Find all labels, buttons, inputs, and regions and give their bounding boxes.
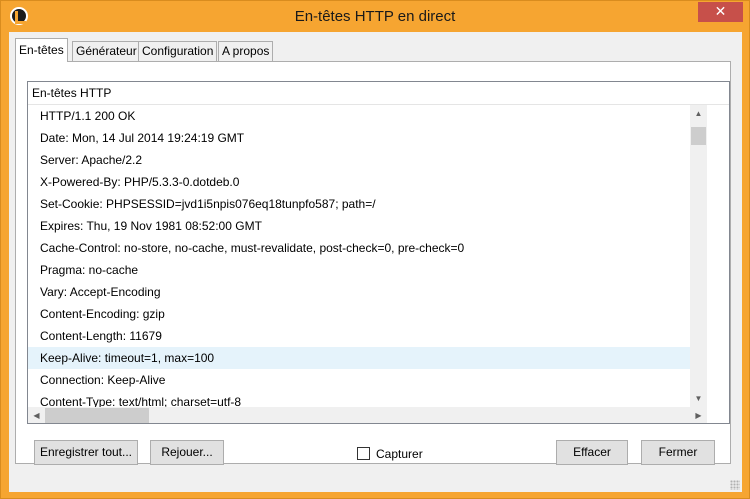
vertical-scroll-thumb[interactable]	[691, 127, 706, 145]
save-all-button[interactable]: Enregistrer tout...	[34, 440, 138, 465]
list-item[interactable]: Date: Mon, 14 Jul 2014 19:24:19 GMT	[28, 127, 690, 149]
app-window: En-têtes HTTP en direct ✕ En-têtes Génér…	[0, 0, 750, 499]
list-item[interactable]: HTTP/1.1 200 OK	[28, 105, 690, 127]
capture-label: Capturer	[376, 447, 423, 461]
list-item[interactable]: Keep-Alive: timeout=1, max=100	[28, 347, 690, 369]
horizontal-scrollbar[interactable]: ◀ ▶	[28, 407, 707, 423]
list-item[interactable]: Content-Encoding: gzip	[28, 303, 690, 325]
list-item[interactable]: Pragma: no-cache	[28, 259, 690, 281]
clear-button[interactable]: Effacer	[556, 440, 628, 465]
horizontal-scroll-thumb[interactable]	[45, 408, 149, 423]
capture-checkbox[interactable]	[357, 447, 370, 460]
resize-grip[interactable]	[730, 480, 740, 490]
list-item[interactable]: Connection: Keep-Alive	[28, 369, 690, 391]
vertical-scrollbar[interactable]: ▲ ▼	[690, 105, 707, 407]
list-item[interactable]: Expires: Thu, 19 Nov 1981 08:52:00 GMT	[28, 215, 690, 237]
list-item[interactable]: Vary: Accept-Encoding	[28, 281, 690, 303]
tab-configuration[interactable]: Configuration	[138, 41, 218, 62]
tab-generateur[interactable]: Générateur	[72, 41, 141, 62]
close-icon[interactable]: ✕	[698, 2, 743, 22]
list-item[interactable]: Set-Cookie: PHPSESSID=jvd1i5npis076eq18t…	[28, 193, 690, 215]
tab-en-tetes[interactable]: En-têtes	[15, 38, 68, 62]
list-item[interactable]: Cache-Control: no-store, no-cache, must-…	[28, 237, 690, 259]
chevron-left-icon[interactable]: ◀	[28, 407, 45, 423]
client-area: En-têtes Générateur Configuration A prop…	[9, 32, 742, 492]
list-item[interactable]: X-Powered-By: PHP/5.3.3-0.dotdeb.0	[28, 171, 690, 193]
list-column-header[interactable]: En-têtes HTTP	[28, 82, 729, 105]
chevron-right-icon[interactable]: ▶	[690, 407, 707, 423]
headers-list[interactable]: En-têtes HTTP HTTP/1.1 200 OK Date: Mon, …	[27, 81, 730, 424]
list-item[interactable]: Content-Length: 11679	[28, 325, 690, 347]
tab-a-propos[interactable]: A propos	[218, 41, 274, 62]
title-bar[interactable]: En-têtes HTTP en direct ✕	[1, 1, 749, 31]
replay-button[interactable]: Rejouer...	[150, 440, 224, 465]
chevron-up-icon[interactable]: ▲	[690, 105, 707, 122]
window-title: En-têtes HTTP en direct	[294, 8, 456, 25]
list-item[interactable]: Server: Apache/2.2	[28, 149, 690, 171]
chevron-down-icon[interactable]: ▼	[690, 390, 707, 407]
close-button[interactable]: Fermer	[641, 440, 715, 465]
list-rows: HTTP/1.1 200 OK Date: Mon, 14 Jul 2014 19…	[28, 105, 690, 413]
